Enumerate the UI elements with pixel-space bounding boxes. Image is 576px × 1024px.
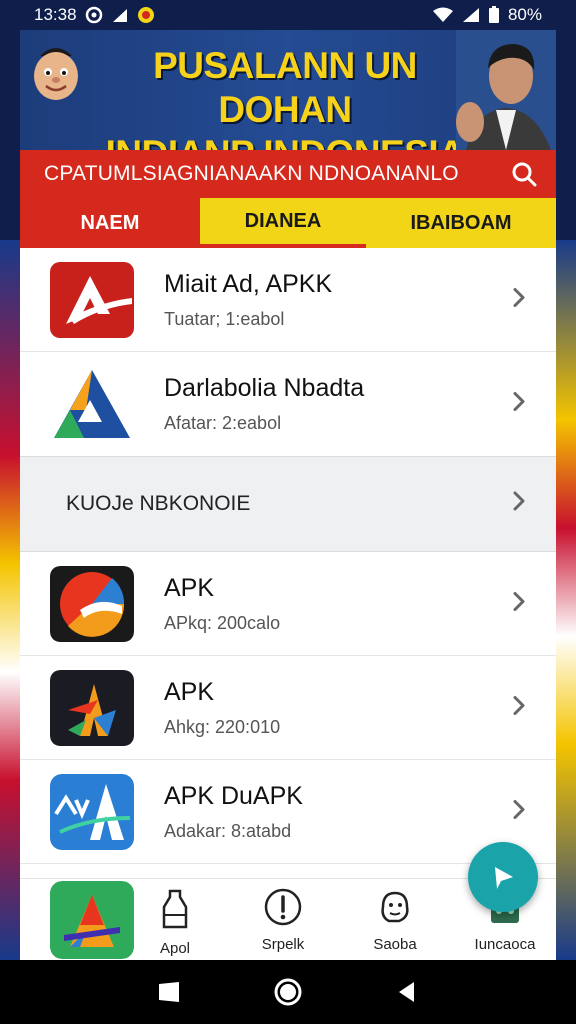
banner-title: PUSALANN UN DOHAN INDIANP INDONESIA — [90, 44, 480, 150]
circle-swirl-icon — [50, 565, 134, 642]
list-item[interactable]: APK APkq: 200calo — [20, 552, 556, 656]
status-bar: 13:38 80% — [0, 0, 576, 30]
wifi-icon — [432, 7, 454, 23]
square-icon — [159, 982, 180, 1002]
app-title: Darlabolia Nbadta — [164, 374, 365, 402]
face-icon — [381, 891, 409, 923]
search-bar[interactable]: CPATUMLSIAGNIANAAKN NDNOANANLO — [20, 150, 556, 198]
recent-apps-button[interactable] — [152, 975, 186, 1009]
chevron-right-icon — [512, 798, 526, 825]
play-fab-button[interactable] — [468, 842, 538, 912]
app-title: Miait Ad, APKK — [164, 269, 333, 298]
app-title: APK — [164, 573, 215, 602]
app-title: APK DuAPK — [164, 781, 303, 810]
banner-title-line2: INDIANP INDONESIA — [90, 132, 480, 150]
section-header[interactable]: KUOJe NBKONOIE — [20, 456, 556, 552]
search-icon[interactable] — [508, 158, 540, 190]
tab-bar: NAEM DIANEA IBAIBOAM — [20, 198, 556, 248]
app-notification-icon — [137, 6, 155, 24]
presenter-photo — [456, 30, 556, 150]
chevron-right-icon — [512, 590, 526, 617]
nav-label: Iuncaoca — [474, 936, 536, 953]
triangle-arrow-icon — [50, 366, 134, 442]
tab-dianea[interactable]: DIANEA — [200, 198, 366, 248]
chevron-right-icon — [512, 286, 526, 313]
section-label: KUOJe NBKONOIE — [66, 492, 251, 515]
list-item[interactable]: APK DuAPK Adakar: 8:atabd — [20, 760, 556, 864]
home-circle-icon — [274, 978, 302, 1006]
chevron-right-icon — [512, 490, 526, 518]
battery-level: 80% — [507, 5, 542, 24]
nav-label: Apol — [159, 940, 191, 957]
list-item[interactable]: Miait Ad, APKK Tuatar; 1:eabol — [20, 248, 556, 352]
app-subtitle: Tuatar; 1:eabol — [164, 308, 285, 329]
app-window: PUSALANN UN DOHAN INDIANP INDONESIA CPAT… — [20, 30, 556, 960]
chevron-right-icon — [512, 694, 526, 721]
status-time: 13:38 — [34, 5, 77, 24]
nav-srpelk[interactable]: Srpelk — [238, 887, 328, 953]
list-item[interactable]: Darlabolia Nbadta Afatar: 2:eabol — [20, 352, 556, 456]
system-nav-bar — [0, 960, 576, 1024]
nav-label: Srpelk — [261, 936, 305, 953]
app-title: APK — [164, 677, 215, 706]
cell-signal-icon — [462, 7, 480, 23]
bottle-icon — [162, 889, 188, 929]
chevron-right-icon — [512, 391, 526, 418]
back-button[interactable] — [390, 975, 424, 1009]
banner-title-line1: PUSALANN UN DOHAN — [153, 45, 417, 130]
back-triangle-icon — [398, 982, 414, 1002]
home-button[interactable] — [271, 975, 305, 1009]
search-bar-text: CPATUMLSIAGNIANAAKN NDNOANANLO — [44, 162, 459, 185]
app-subtitle: Afatar: 2:eabol — [164, 413, 282, 433]
app-subtitle: APkq: 200calo — [164, 612, 281, 633]
mascot-icon — [34, 48, 78, 100]
nav-saoba[interactable]: Saoba — [350, 887, 440, 953]
app-subtitle: Ahkg: 220:010 — [164, 716, 281, 737]
list-item[interactable]: APK Ahkg: 220:010 — [20, 656, 556, 760]
blue-av-icon — [50, 773, 134, 850]
tab-naem[interactable]: NAEM — [20, 198, 200, 248]
nav-apol[interactable]: Apol — [130, 887, 220, 957]
tab-ibaiboam[interactable]: IBAIBOAM — [366, 198, 556, 248]
nav-label: Saoba — [373, 936, 417, 953]
flag-decoration-left — [0, 240, 22, 960]
header-banner: PUSALANN UN DOHAN INDIANP INDONESIA — [20, 30, 556, 150]
app-subtitle: Adakar: 8:atabd — [164, 820, 292, 841]
battery-icon — [488, 6, 500, 24]
exclamation-icon — [264, 888, 302, 926]
app-list: Miait Ad, APKK Tuatar; 1:eabol Darlaboli… — [20, 248, 556, 864]
settings-notification-icon — [85, 6, 103, 24]
red-arrow-icon — [50, 261, 134, 338]
green-a-app-icon[interactable] — [50, 881, 134, 959]
signal-notification-icon — [111, 7, 129, 23]
play-icon — [495, 867, 513, 889]
flag-decoration-right — [554, 240, 576, 960]
colorful-a-icon — [50, 669, 134, 746]
